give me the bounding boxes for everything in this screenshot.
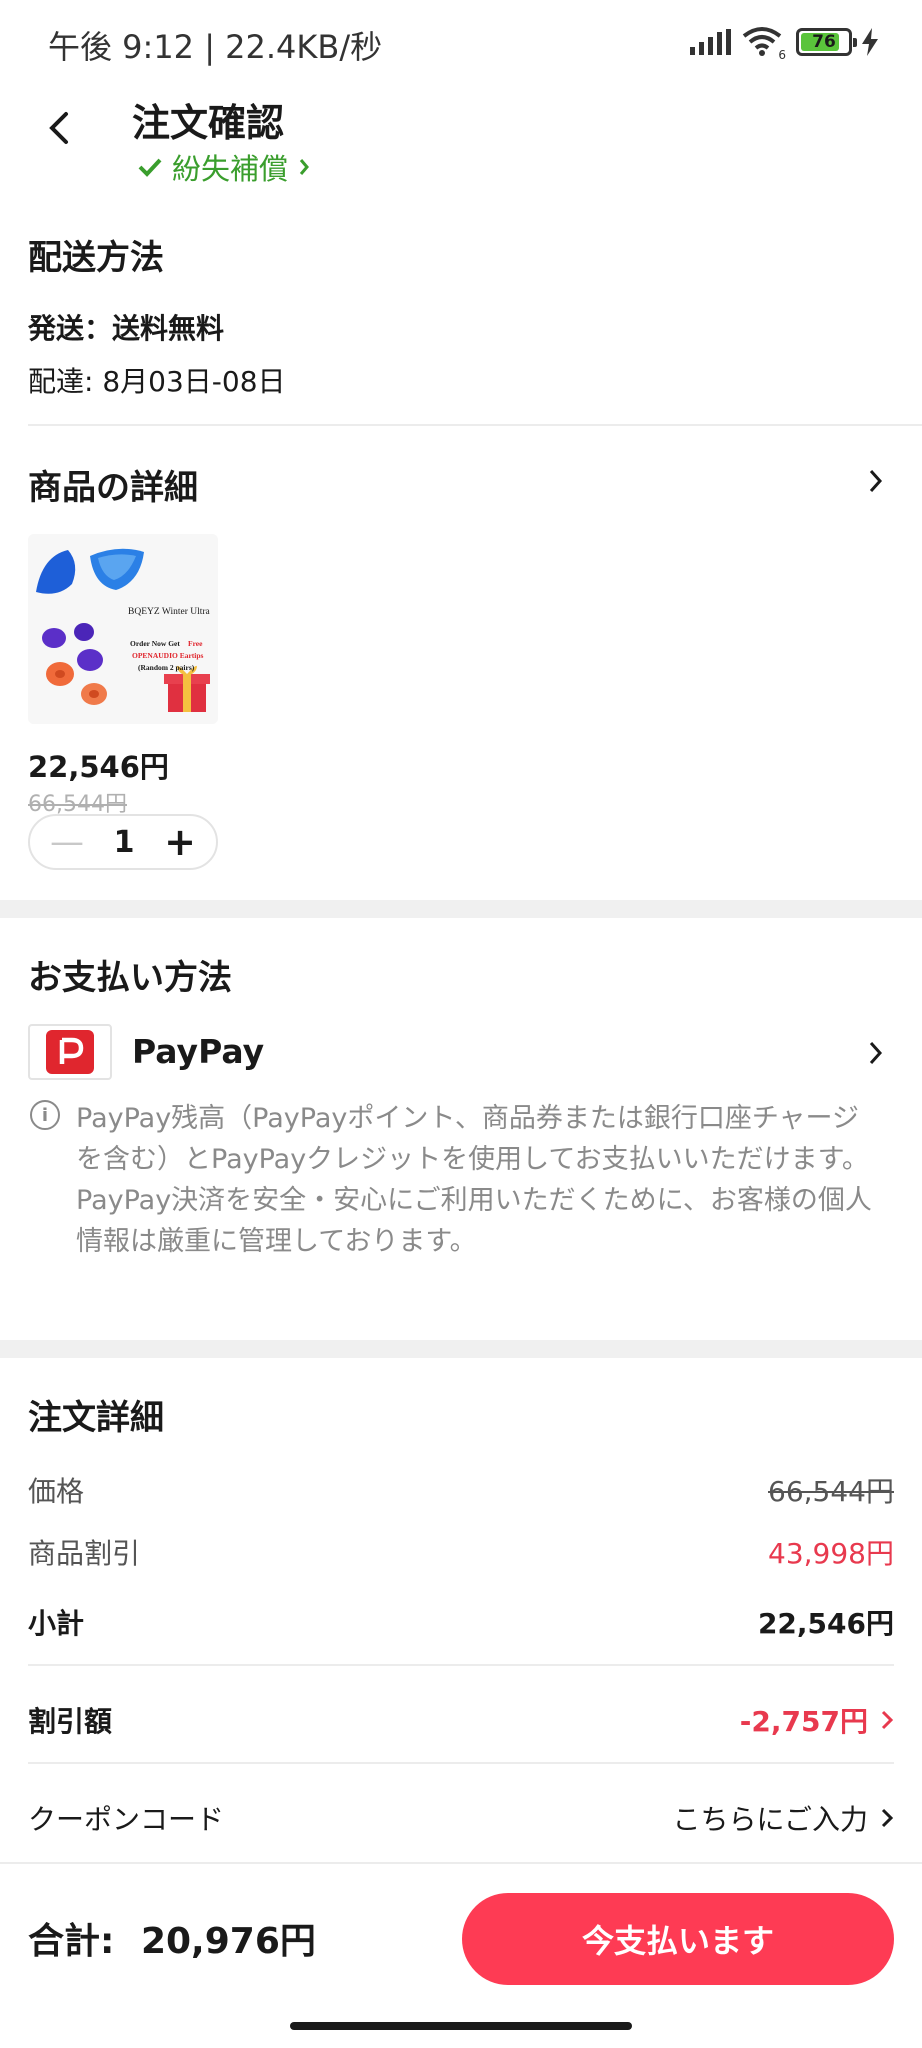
- product-price: 22,546円: [28, 750, 169, 784]
- quantity-value: 1: [113, 824, 135, 860]
- pay-now-button[interactable]: 今支払います: [462, 1893, 894, 1985]
- chevron-right-icon: [881, 1808, 894, 1828]
- decrease-quantity-button[interactable]: —: [50, 825, 84, 859]
- delivery-date-line: 配達: 8月03日-08日: [28, 365, 286, 398]
- image-text-order: Order Now Get: [130, 639, 180, 648]
- chevron-right-icon[interactable]: [866, 466, 886, 496]
- image-text-random: (Random 2 pairs): [138, 663, 195, 672]
- coupon-code-label: クーポンコード: [28, 1803, 225, 1836]
- status-icons: 6 76: [690, 22, 878, 62]
- wifi-icon: 6: [742, 26, 786, 62]
- total-label: 合計:: [28, 1921, 115, 1962]
- quantity-stepper: — 1 +: [28, 814, 218, 870]
- guarantee-label: 紛失補償: [172, 152, 289, 186]
- shipping-fee-line: 発送：送料無料: [28, 312, 225, 345]
- coupon-code-placeholder: こちらにご入力: [672, 1803, 868, 1836]
- chevron-right-icon[interactable]: [866, 1038, 886, 1068]
- coupon-discount-link[interactable]: -2,757円: [740, 1700, 894, 1740]
- battery-level: 76: [812, 32, 836, 52]
- total-value: 20,976円: [140, 1921, 316, 1962]
- image-text-model: BQEYZ Winter Ultra: [128, 607, 211, 617]
- paypay-logo: [28, 1024, 112, 1080]
- subtotal-label: 小計: [28, 1607, 85, 1640]
- increase-quantity-button[interactable]: +: [164, 823, 196, 861]
- divider: [28, 1762, 894, 1764]
- image-text-eartips: OPENAUDIO Eartips: [132, 651, 204, 660]
- payment-note-1: PayPay残高（PayPayポイント、商品券または銀行口座チャージを含む）とP…: [76, 1103, 869, 1175]
- paypay-p-icon: [59, 1037, 84, 1064]
- home-indicator[interactable]: [290, 2022, 632, 2030]
- divider: [28, 1664, 894, 1666]
- wifi-sub-label: 6: [778, 48, 786, 62]
- payment-method-title: お支払い方法: [28, 958, 232, 998]
- product-discount-value: 43,998円: [768, 1537, 894, 1570]
- chevron-left-icon: [49, 112, 68, 144]
- page-title: 注文確認: [132, 101, 285, 145]
- product-details-title: 商品の詳細: [28, 468, 198, 508]
- chevron-right-icon: [299, 159, 309, 175]
- order-details-title: 注文詳細: [28, 1398, 164, 1438]
- section-separator: [0, 1340, 922, 1358]
- back-button[interactable]: [44, 108, 84, 158]
- image-text-free: Free: [188, 639, 203, 648]
- battery-icon: 76: [796, 28, 857, 56]
- coupon-discount-value: -2,757円: [739, 1705, 868, 1738]
- charging-bolt-icon: [862, 28, 878, 56]
- check-icon: [138, 158, 162, 177]
- payment-note: PayPay残高（PayPayポイント、商品券または銀行口座チャージを含む）とP…: [76, 1098, 886, 1262]
- payment-note-2: PayPay決済を安全・安心にご利用いただくために、お客様の個人情報は厳重に管理…: [76, 1185, 872, 1257]
- subtotal-value: 22,546円: [757, 1607, 894, 1640]
- chevron-right-icon: [881, 1710, 894, 1730]
- product-discount-label: 商品割引: [28, 1537, 141, 1570]
- coupon-code-input-link[interactable]: こちらにご入力: [673, 1798, 894, 1838]
- signal-icon: [690, 29, 731, 55]
- coupon-discount-label: 割引額: [28, 1705, 113, 1738]
- divider: [0, 1862, 922, 1864]
- product-image[interactable]: BQEYZ Winter Ultra Order Now Get Free OP…: [28, 534, 218, 724]
- shipping-title: 配送方法: [28, 238, 164, 278]
- info-icon: i: [30, 1100, 60, 1130]
- order-total: 合計: 20,976円: [28, 1912, 316, 1964]
- section-separator: [0, 900, 922, 918]
- price-value: 66,544円: [768, 1475, 894, 1508]
- divider: [28, 424, 922, 426]
- payment-method-name[interactable]: PayPay: [132, 1032, 264, 1071]
- status-time: 午後 9:12 | 22.4KB/秒: [48, 28, 383, 66]
- price-label: 価格: [28, 1475, 85, 1508]
- loss-guarantee-link[interactable]: 紛失補償: [138, 146, 310, 188]
